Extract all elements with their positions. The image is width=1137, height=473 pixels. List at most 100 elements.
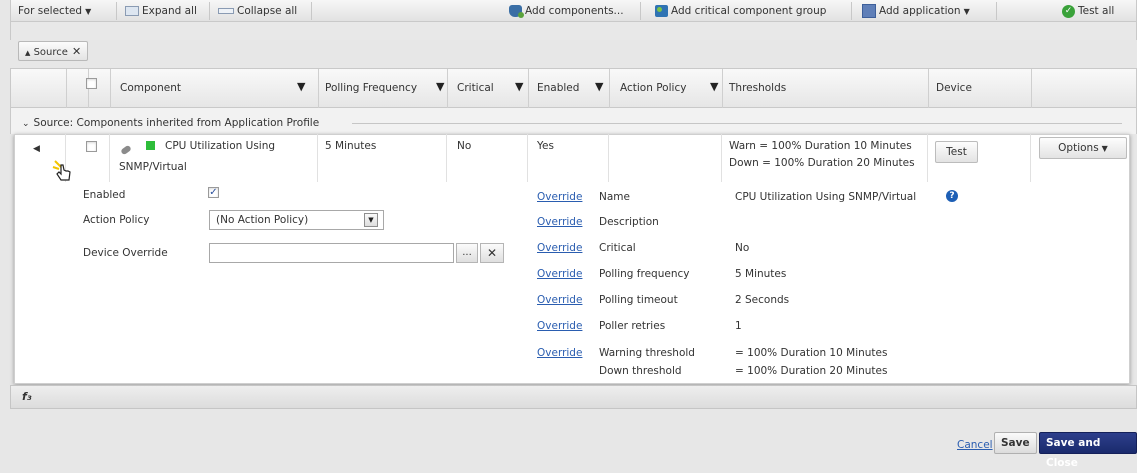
- thresholds-header-label: Thresholds: [729, 82, 787, 94]
- column-header-critical[interactable]: Critical: [457, 82, 494, 94]
- source-filter-chip[interactable]: ▲ Source ✕: [18, 41, 89, 61]
- row-checkbox[interactable]: [86, 141, 97, 152]
- row-threshold-warn: Warn = 100% Duration 10 Minutes: [729, 140, 912, 152]
- collapse-row-icon[interactable]: ◀: [33, 144, 40, 154]
- function-icon[interactable]: f₃: [22, 390, 32, 403]
- column-divider: [66, 69, 67, 109]
- caret-down-icon: ▼: [85, 7, 92, 16]
- test-all-button[interactable]: ✓ Test all: [1058, 2, 1118, 20]
- override-thresholds-link[interactable]: Override: [537, 347, 582, 359]
- for-selected-dropdown[interactable]: For selected ▼: [14, 2, 95, 20]
- select-all-checkbox[interactable]: [86, 78, 97, 89]
- caret-down-icon: ▼: [963, 7, 970, 16]
- component-name: CPU Utilization Using: [165, 140, 276, 152]
- column-divider: [609, 69, 610, 109]
- column-divider: [528, 69, 529, 109]
- add-critical-group-button[interactable]: Add critical component group: [651, 2, 830, 20]
- column-header-component[interactable]: Component: [120, 82, 181, 94]
- detail-polling-timeout-value: 2 Seconds: [735, 294, 790, 306]
- column-header-polling-frequency[interactable]: Polling Frequency: [325, 82, 417, 94]
- status-up-icon: [146, 141, 155, 150]
- toolbar-divider: [116, 2, 117, 20]
- enabled-label: Enabled: [83, 189, 126, 201]
- detail-description-label: Description: [599, 216, 659, 228]
- column-header-thresholds[interactable]: Thresholds: [729, 82, 786, 94]
- component-header-label: Component: [120, 82, 181, 94]
- cell-divider: [527, 134, 528, 182]
- override-name-link[interactable]: Override: [537, 191, 582, 203]
- collapse-all-icon: [218, 8, 234, 14]
- detail-name-label: Name: [599, 191, 630, 203]
- toolbar-divider: [311, 2, 312, 20]
- column-divider: [110, 69, 111, 109]
- add-components-button[interactable]: Add components...: [505, 2, 628, 20]
- add-components-label: Add components...: [525, 5, 624, 17]
- device-override-input[interactable]: [209, 243, 454, 263]
- action-policy-header-label: Action Policy: [620, 82, 687, 94]
- for-selected-label: For selected: [18, 5, 83, 17]
- column-header-device[interactable]: Device: [936, 82, 972, 94]
- override-poller-retries-link[interactable]: Override: [537, 320, 582, 332]
- detail-polling-frequency-value: 5 Minutes: [735, 268, 787, 280]
- group-header-label: Source: Components inherited from Applic…: [33, 117, 320, 129]
- options-button[interactable]: Options ▼: [1039, 137, 1127, 159]
- critical-group-icon: [655, 5, 668, 17]
- add-application-dropdown[interactable]: Add application ▼: [858, 2, 974, 20]
- collapse-all-button[interactable]: Collapse all: [214, 2, 301, 20]
- filter-funnel-icon[interactable]: ▼: [436, 80, 444, 93]
- pencil-icon[interactable]: [120, 144, 132, 156]
- dropdown-arrow-icon[interactable]: ▼: [364, 213, 378, 227]
- column-divider: [447, 69, 448, 109]
- column-divider: [88, 69, 89, 109]
- cell-divider: [608, 134, 609, 182]
- override-description-link[interactable]: Override: [537, 216, 582, 228]
- save-button[interactable]: Save: [994, 432, 1037, 454]
- cell-divider: [927, 134, 928, 182]
- add-application-label: Add application: [879, 5, 961, 17]
- browse-button[interactable]: ...: [456, 243, 478, 263]
- chevron-down-icon: ⌄: [22, 119, 30, 129]
- column-divider: [928, 69, 929, 109]
- override-critical-link[interactable]: Override: [537, 242, 582, 254]
- action-policy-select[interactable]: (No Action Policy): [209, 210, 384, 230]
- caret-down-icon: ▼: [1101, 144, 1108, 153]
- enabled-checkbox[interactable]: [208, 187, 219, 198]
- test-button[interactable]: Test: [935, 141, 978, 163]
- add-components-icon: [509, 5, 524, 18]
- component-name-line2: SNMP/Virtual: [119, 161, 187, 173]
- detail-warning-threshold-label: Warning threshold: [599, 347, 695, 359]
- filter-funnel-icon[interactable]: ▼: [710, 80, 718, 93]
- cancel-link[interactable]: Cancel: [957, 439, 993, 451]
- filter-bar: [10, 22, 1137, 40]
- expand-all-button[interactable]: Expand all: [121, 2, 201, 20]
- clear-device-button[interactable]: ✕: [480, 243, 504, 263]
- info-icon[interactable]: ?: [946, 190, 958, 202]
- close-icon[interactable]: ✕: [72, 45, 81, 58]
- filter-funnel-icon[interactable]: ▼: [297, 80, 305, 93]
- row-polling-frequency: 5 Minutes: [325, 140, 377, 152]
- column-header-enabled[interactable]: Enabled: [537, 82, 579, 94]
- override-polling-frequency-link[interactable]: Override: [537, 268, 582, 280]
- save-and-close-button[interactable]: Save and Close: [1039, 432, 1137, 469]
- cell-divider: [1030, 134, 1031, 182]
- column-divider: [318, 69, 319, 109]
- cell-divider: [317, 134, 318, 182]
- cell-divider: [109, 134, 110, 182]
- row-enabled: Yes: [537, 140, 554, 152]
- row-critical: No: [457, 140, 472, 152]
- options-label: Options: [1058, 142, 1099, 154]
- toolbar-divider: [851, 2, 852, 20]
- hand-cursor-icon: [52, 160, 71, 181]
- column-divider: [722, 69, 723, 109]
- detail-poller-retries-value: 1: [735, 320, 742, 332]
- detail-critical-label: Critical: [599, 242, 636, 254]
- filter-funnel-icon[interactable]: ▼: [515, 80, 523, 93]
- expand-all-icon: [125, 6, 139, 16]
- override-polling-timeout-link[interactable]: Override: [537, 294, 582, 306]
- group-header[interactable]: ⌄ Source: Components inherited from Appli…: [22, 117, 319, 129]
- column-header-action-policy[interactable]: Action Policy: [620, 82, 686, 94]
- detail-critical-value: No: [735, 242, 750, 254]
- toolbar-divider: [209, 2, 210, 20]
- action-policy-value: (No Action Policy): [216, 214, 309, 226]
- filter-funnel-icon[interactable]: ▼: [595, 80, 603, 93]
